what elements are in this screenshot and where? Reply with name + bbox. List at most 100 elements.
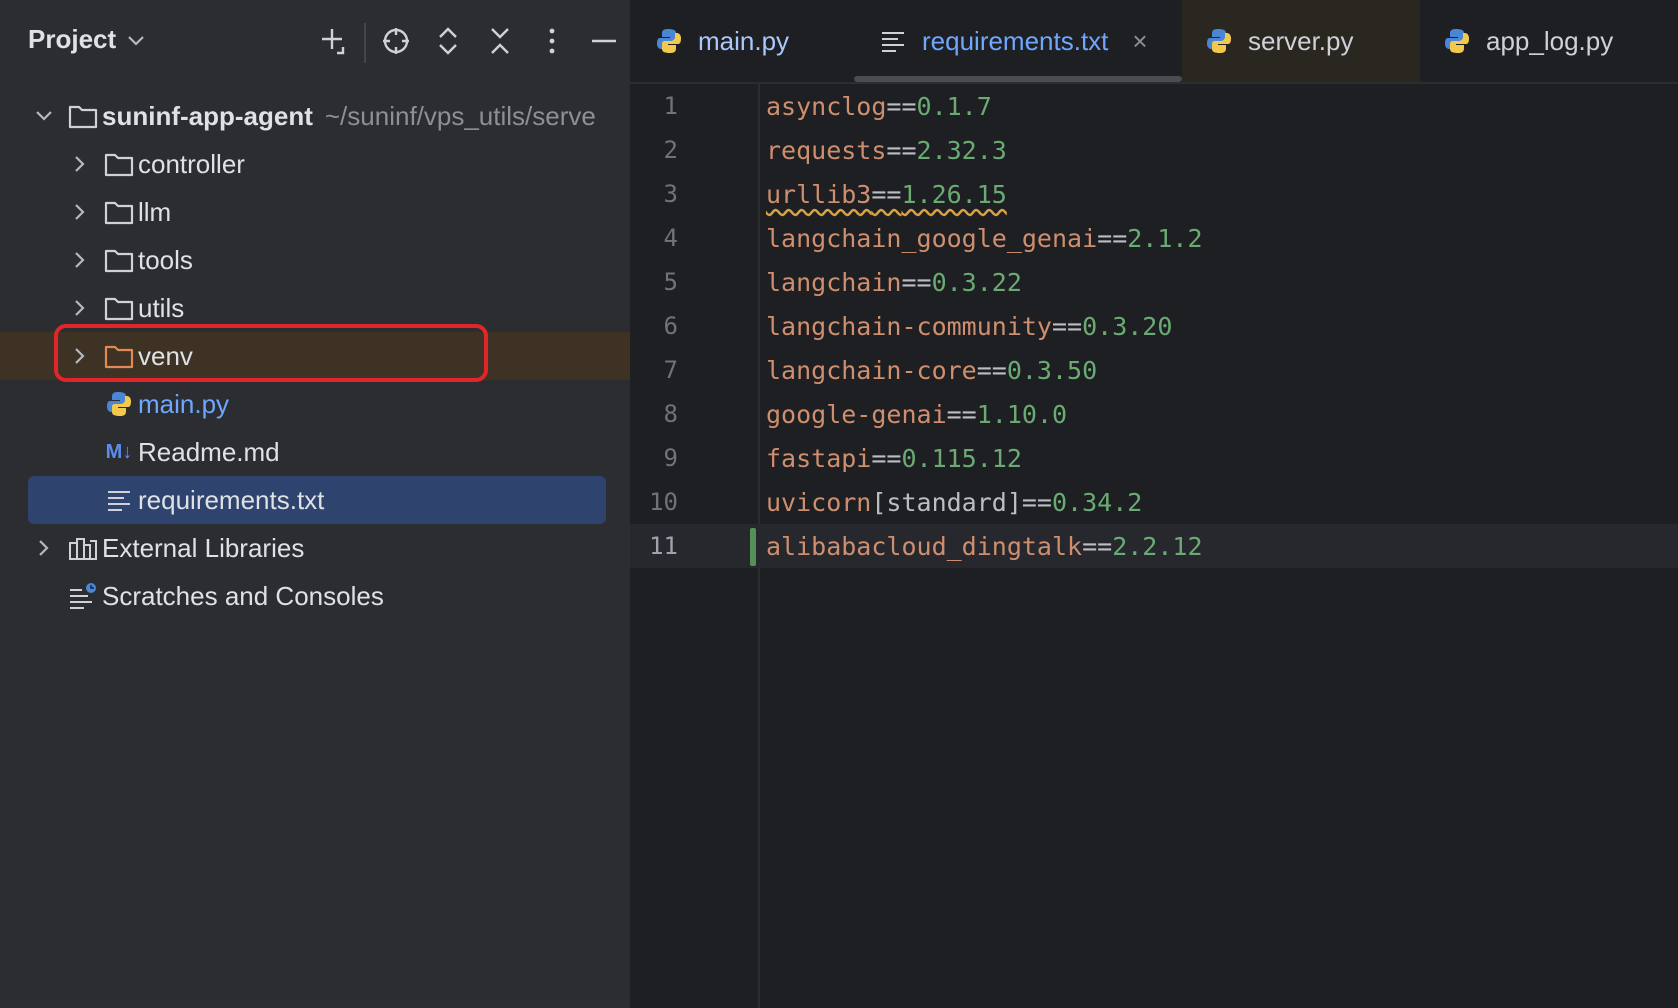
code-line[interactable]: 4 langchain_google_genai==2.1.2 (630, 216, 1678, 260)
line-number: 9 (663, 444, 678, 472)
more-vertical-icon (547, 25, 557, 62)
line-number: 3 (663, 180, 678, 208)
editor-tabs: main.py requirements.txt × server.py app… (630, 0, 1678, 84)
line-text: asynclog==0.1.7 (766, 91, 992, 121)
tree-item-llm[interactable]: llm (4, 188, 630, 236)
line-number: 1 (663, 92, 678, 120)
folder-icon (104, 150, 134, 178)
code-line[interactable]: 8 google-genai==1.10.0 (630, 392, 1678, 436)
tree-item-label: utils (138, 292, 185, 323)
line-number: 7 (663, 356, 678, 384)
project-view-selector[interactable]: Project (28, 24, 146, 55)
chevron-down-icon[interactable] (34, 106, 54, 126)
tree-item-label: main.py (138, 388, 230, 419)
line-text: fastapi==0.115.12 (766, 443, 1022, 473)
tree-root-path: ~/suninf/vps_utils/serve (324, 100, 596, 131)
code-line[interactable]: 6 langchain-community==0.3.20 (630, 304, 1678, 348)
tab-label: requirements.txt (922, 25, 1109, 56)
excluded-folder-icon (104, 342, 134, 370)
tree-item-tools[interactable]: tools (4, 236, 630, 284)
new-file-button[interactable] (308, 20, 360, 66)
tree-item-label: controller (138, 148, 245, 179)
code-line[interactable]: 2 requests==2.32.3 (630, 128, 1678, 172)
code-line[interactable]: 7 langchain-core==0.3.50 (630, 348, 1678, 392)
tree-item-external-libraries[interactable]: External Libraries (4, 524, 630, 572)
line-text: langchain_google_genai==2.1.2 (766, 223, 1203, 253)
code-editor[interactable]: 1 asynclog==0.1.7 2 requests==2.32.3 3 u… (630, 84, 1678, 568)
editor-area: main.py requirements.txt × server.py app… (630, 0, 1678, 1008)
close-icon[interactable]: × (1132, 26, 1147, 57)
tab-main-py[interactable]: main.py (654, 0, 789, 82)
code-line-current[interactable]: 11 alibabacloud_dingtalk==2.2.12 (630, 524, 1678, 568)
plus-icon (318, 25, 350, 62)
tab-server-py[interactable]: server.py (1182, 0, 1420, 82)
scratches-icon (68, 582, 98, 610)
line-text: requests==2.32.3 (766, 135, 1007, 165)
tree-item-main-py[interactable]: main.py (4, 380, 630, 428)
line-text: google-genai==1.10.0 (766, 399, 1068, 429)
project-tree: suninf-app-agent ~/suninf/vps_utils/serve… (0, 92, 630, 620)
folder-icon (104, 198, 134, 226)
tree-root-suninf-app-agent[interactable]: suninf-app-agent ~/suninf/vps_utils/serve (4, 92, 630, 140)
code-line[interactable]: 1 asynclog==0.1.7 (630, 84, 1678, 128)
chevron-right-icon[interactable] (34, 538, 54, 558)
tab-label: server.py (1248, 25, 1354, 56)
line-number: 5 (663, 268, 678, 296)
python-icon (1442, 26, 1472, 56)
line-number: 11 (649, 532, 678, 560)
tab-requirements-txt[interactable]: requirements.txt × (878, 0, 1148, 82)
tree-item-scratches-and-consoles[interactable]: Scratches and Consoles (4, 572, 630, 620)
tab-app-log-py[interactable]: app_log.py (1442, 0, 1613, 82)
project-panel: Project suninf-app-agent ~/suninf/vps_ut… (0, 0, 630, 1008)
code-line[interactable]: 9 fastapi==0.115.12 (630, 436, 1678, 480)
expand-all-button[interactable] (422, 20, 474, 66)
tree-item-venv[interactable]: venv (0, 332, 630, 380)
line-number: 2 (663, 136, 678, 164)
collapse-all-button[interactable] (474, 20, 526, 66)
line-number: 10 (649, 488, 678, 516)
code-line[interactable]: 10 uvicorn[standard]==0.34.2 (630, 480, 1678, 524)
code-line[interactable]: 3 urllib3==1.26.15 (630, 172, 1678, 216)
markdown-icon: M↓ (105, 440, 133, 463)
hide-panel-button[interactable] (578, 20, 630, 66)
chevron-right-icon[interactable] (70, 250, 90, 270)
tree-item-label: Readme.md (138, 436, 280, 467)
line-text-warning: urllib3==1.26.15 (766, 179, 1007, 209)
tree-item-controller[interactable]: controller (4, 140, 630, 188)
folder-icon (68, 102, 98, 130)
tree-item-label: Scratches and Consoles (102, 580, 384, 611)
select-opened-file-button[interactable] (370, 20, 422, 66)
tree-item-label: tools (138, 244, 193, 275)
library-icon (68, 534, 98, 562)
line-number: 4 (663, 224, 678, 252)
tree-item-label: venv (138, 340, 193, 371)
tree-item-readme-md[interactable]: M↓ Readme.md (4, 428, 630, 476)
chevron-right-icon[interactable] (70, 298, 90, 318)
line-number: 6 (663, 312, 678, 340)
line-text: alibabacloud_dingtalk==2.2.12 (766, 531, 1203, 561)
line-number: 8 (663, 400, 678, 428)
chevron-right-icon[interactable] (70, 202, 90, 222)
project-panel-header: Project (4, 0, 630, 86)
toolbar-divider (364, 23, 366, 63)
tree-item-label: llm (138, 196, 172, 227)
python-icon (654, 26, 684, 56)
python-icon (104, 390, 134, 418)
python-icon (1204, 26, 1234, 56)
line-text: uvicorn[standard]==0.34.2 (766, 487, 1143, 517)
chevron-right-icon[interactable] (70, 346, 90, 366)
ide-window: Project suninf-app-agent ~/suninf/vps_ut… (0, 0, 1678, 1008)
active-tab-indicator (854, 76, 1182, 82)
folder-icon (104, 246, 134, 274)
project-toolbar (308, 20, 630, 66)
tree-item-utils[interactable]: utils (4, 284, 630, 332)
tree-item-requirements-txt[interactable]: requirements.txt (4, 476, 630, 524)
line-text: langchain-core==0.3.50 (766, 355, 1098, 385)
text-file-icon (104, 486, 134, 514)
chevron-right-icon[interactable] (70, 154, 90, 174)
minimize-icon (589, 25, 619, 62)
tab-label: app_log.py (1486, 25, 1614, 56)
code-line[interactable]: 5 langchain==0.3.22 (630, 260, 1678, 304)
options-button[interactable] (526, 20, 578, 66)
tree-item-label: External Libraries (102, 532, 305, 563)
